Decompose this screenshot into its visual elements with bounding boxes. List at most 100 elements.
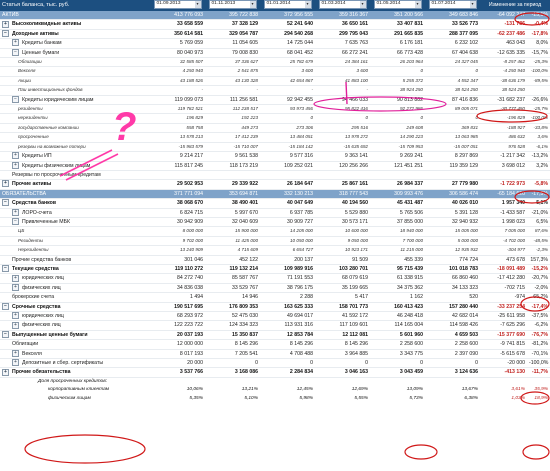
value-cell: 1 162 xyxy=(370,292,425,303)
change-pct-cell: 87,6% xyxy=(527,226,550,237)
table-row[interactable]: + Кредиты физическим лицам 115 817 245 118 … xyxy=(0,161,550,171)
calendar-icon[interactable]: ▾ xyxy=(359,1,366,8)
change-pct-cell: -33,8% xyxy=(527,123,550,134)
table-row[interactable]: + Прочие обязательства 3 537 766 3 168 086 2… xyxy=(0,367,550,378)
value-cell: 46 248 418 xyxy=(370,311,425,322)
date-picker-4[interactable]: 01.03.2014 ▾ xyxy=(318,0,367,9)
footer-change-pct: 18,9% xyxy=(534,395,549,401)
table-row[interactable]: − Средства банков 38 068 670 38 490 401 40 0… xyxy=(0,198,550,209)
collapse-icon[interactable]: − xyxy=(2,302,9,310)
value-cell: 0 xyxy=(260,358,315,369)
table-row[interactable]: − Ценные бумаги 80 040 973 79 008 830 68 041… xyxy=(0,48,550,59)
row-label-cell: − Кредиты юридическим лицам xyxy=(0,95,150,106)
value-cell: 20 037 193 xyxy=(150,330,205,341)
table-row: ОБЯЗАТЕЛЬСТВА 371 771 094 353 694 871 332 1… xyxy=(0,189,550,200)
value-cell: 15 350 837 xyxy=(205,330,260,341)
change-pct-cell: 157,3% xyxy=(527,255,550,265)
expand-icon[interactable]: + xyxy=(12,349,19,357)
expand-icon[interactable]: + xyxy=(12,161,19,169)
value-cell: 66 272 241 xyxy=(315,48,370,59)
collapse-icon[interactable]: − xyxy=(12,48,19,56)
value-cell: 14 946 xyxy=(205,292,260,303)
value-cell: 43 188 526 xyxy=(150,76,205,87)
expand-icon[interactable]: + xyxy=(12,39,19,47)
change-pct-cell: -17,8% xyxy=(527,29,550,40)
collapse-icon[interactable]: − xyxy=(12,95,19,103)
date-picker-3[interactable]: 01.01.2014 ▾ xyxy=(263,0,312,9)
date-picker-2[interactable]: 01.11.2013 ▾ xyxy=(208,0,257,9)
collapse-icon[interactable]: − xyxy=(2,330,9,338)
table-row: резервы на возможные потери -15 983 579 -1… xyxy=(0,142,550,153)
calendar-icon[interactable]: ▾ xyxy=(469,1,476,8)
expand-icon[interactable]: + xyxy=(12,359,19,367)
table-row[interactable]: − Текущие средства 119 110 272 119 132 214 1… xyxy=(0,264,550,275)
footer-value-cell: 10,06% xyxy=(186,387,203,393)
table-row[interactable]: + Кредиты банкам 5 769 059 11 054 605 14 725… xyxy=(0,38,550,49)
collapse-icon[interactable]: − xyxy=(2,29,9,37)
change-abs-cell: -18 091 489 xyxy=(480,264,527,275)
expand-icon[interactable]: + xyxy=(12,152,19,160)
table-row[interactable]: − Срочные средства 190 517 695 176 809 353 1… xyxy=(0,302,550,313)
table-row[interactable]: + Прочие активы 29 502 953 29 339 922 26 184… xyxy=(0,179,550,190)
collapse-icon[interactable]: − xyxy=(12,218,19,226)
row-label: Ценные бумаги xyxy=(22,49,60,56)
collapse-icon[interactable]: − xyxy=(2,199,9,207)
expand-icon[interactable]: + xyxy=(12,321,19,329)
table-row[interactable]: + юридических лиц 68 293 972 52 475 030 49 6… xyxy=(0,311,550,322)
row-label-cell: − Доходные активы xyxy=(0,29,150,40)
value-cell: 6 824 715 xyxy=(150,208,205,218)
date-picker-1[interactable]: 01.09.2013 ▾ xyxy=(153,0,202,9)
calendar-icon[interactable]: ▾ xyxy=(249,1,256,8)
value-cell: 38 490 401 xyxy=(205,198,260,209)
calendar-icon[interactable]: ▾ xyxy=(304,1,311,8)
change-abs-cell: -702 715 xyxy=(480,283,527,294)
value-cell: 14 725 044 xyxy=(260,38,315,49)
change-abs-cell: -4 702 000 xyxy=(480,236,527,247)
value-cell: 12 112 081 xyxy=(315,330,370,341)
date-picker-6[interactable]: 01.07.2014 ▾ xyxy=(428,0,477,9)
value-cell: 3 964 885 xyxy=(315,349,370,360)
change-pct-cell: -17,5% xyxy=(527,189,550,200)
table-row[interactable]: + Высоколиквидные активы 33 658 559 37 328 … xyxy=(0,19,550,30)
expand-icon[interactable]: + xyxy=(12,312,19,320)
row-label: Облигации xyxy=(12,341,39,348)
table-row[interactable]: + ЛОРО-счета 6 824 715 5 997 670 6 937 785 5 … xyxy=(0,208,550,218)
table-row[interactable]: + Векселя 8 017 193 7 205 541 4 708 488 3 964… xyxy=(0,349,550,360)
value-cell: 9 577 316 xyxy=(260,151,315,162)
value-cell: - xyxy=(205,85,260,96)
expand-icon[interactable]: + xyxy=(12,274,19,282)
expand-icon[interactable]: + xyxy=(2,20,9,28)
table-row[interactable]: − Выпущенные ценные бумаги 20 037 193 15 35… xyxy=(0,330,550,341)
expand-icon[interactable]: + xyxy=(2,180,9,188)
row-label-cell: государственные компании xyxy=(0,123,150,134)
expand-icon[interactable]: + xyxy=(12,283,19,291)
value-cell: 87 416 836 xyxy=(425,95,480,106)
change-abs-cell: 7 005 000 xyxy=(480,226,527,237)
table-row[interactable]: − Кредиты юридическим лицам 119 099 073 111… xyxy=(0,95,550,106)
change-abs-cell: -64 092 247 xyxy=(480,11,527,21)
collapse-icon[interactable]: − xyxy=(2,265,9,273)
row-label: ОБЯЗАТЕЛЬСТВА xyxy=(2,190,47,197)
table-row[interactable]: + физических лиц 122 223 722 124 334 323 113… xyxy=(0,320,550,331)
table-row[interactable]: + Депозитные и сбер. сертификаты 20 000 0 0 0… xyxy=(0,358,550,369)
calendar-icon[interactable]: ▾ xyxy=(194,1,201,8)
table-row[interactable]: + юридических лиц 84 272 740 85 587 767 71 1… xyxy=(0,273,550,284)
expand-icon[interactable]: + xyxy=(2,368,9,376)
change-abs-cell: 473 678 xyxy=(480,255,527,265)
date-picker-5[interactable]: 01.05.2014 ▾ xyxy=(373,0,422,9)
row-label: Средства банков xyxy=(12,200,57,207)
table-row[interactable]: − Привлеченные МБК 30 942 909 32 040 609 30 … xyxy=(0,217,550,228)
value-cell: 2 541 875 xyxy=(205,66,260,77)
row-label-cell: − Текущие средства xyxy=(0,264,150,275)
table-row[interactable]: + Кредиты ИП 9 214 217 9 561 538 9 577 316 9 … xyxy=(0,151,550,162)
table-row[interactable]: − Доходные активы 350 614 581 329 054 787 29… xyxy=(0,29,550,40)
value-cell: 294 540 268 xyxy=(260,29,315,40)
calendar-icon[interactable]: ▾ xyxy=(414,1,421,8)
value-cell: 52 241 640 xyxy=(260,19,315,30)
table-row[interactable]: + физических лиц 34 836 038 33 529 767 38 79… xyxy=(0,283,550,294)
change-abs-cell: -131 786 xyxy=(480,19,527,30)
value-cell: 8 017 193 xyxy=(150,349,205,360)
table-row: Паи инвестиционных фондов - - - -38 924 250 3… xyxy=(0,85,550,96)
row-label-cell: + Кредиты ИП xyxy=(0,151,150,162)
expand-icon[interactable]: + xyxy=(12,208,19,216)
